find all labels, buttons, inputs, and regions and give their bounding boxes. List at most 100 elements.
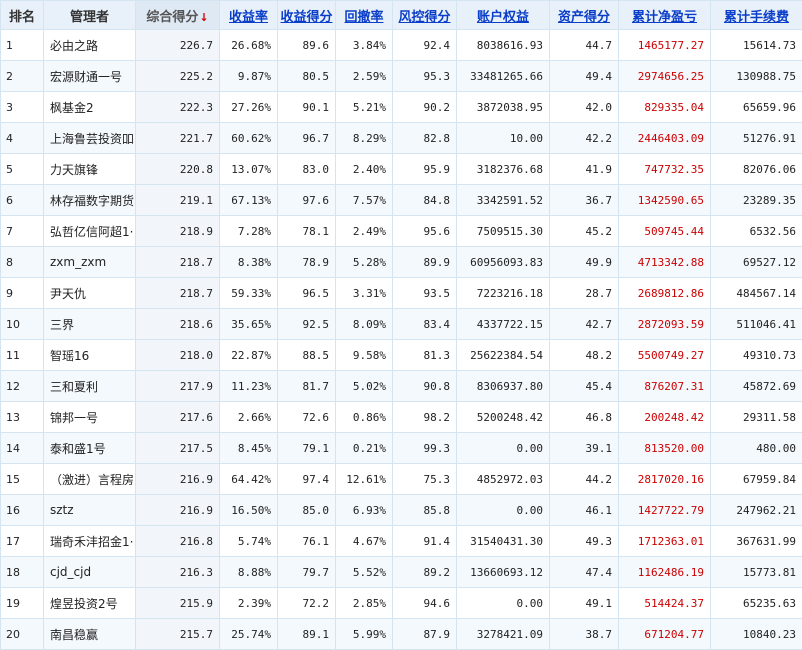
cell-fees: 65659.96 (711, 92, 802, 123)
col-drawdown-header[interactable]: 回撤率 (336, 1, 393, 30)
table-row: 16sztz216.916.50%85.06.93%85.80.0046.114… (1, 495, 802, 526)
cell-equity: 0.00 (457, 588, 550, 619)
table-row: 8zxm_zxm218.78.38%78.95.28%89.960956093.… (1, 247, 802, 278)
cell-return-score: 80.5 (278, 61, 336, 92)
cell-equity: 3342591.52 (457, 185, 550, 216)
cell-return-score: 96.5 (278, 278, 336, 309)
table-row: 1必由之路226.726.68%89.63.84%92.48038616.934… (1, 30, 802, 61)
cell-rank: 1 (1, 30, 44, 61)
cell-return-score: 72.6 (278, 402, 336, 433)
cell-fees: 45872.69 (711, 371, 802, 402)
cell-rank: 13 (1, 402, 44, 433)
cell-fees: 49310.73 (711, 340, 802, 371)
cell-rank: 19 (1, 588, 44, 619)
cell-return-score: 96.7 (278, 123, 336, 154)
cell-risk-score: 99.3 (393, 433, 457, 464)
col-equity-header[interactable]: 账户权益 (457, 1, 550, 30)
cell-rank: 17 (1, 526, 44, 557)
cell-fees: 130988.75 (711, 61, 802, 92)
cell-manager: 弘哲亿信阿超1· (44, 216, 136, 247)
cell-fees: 511046.41 (711, 309, 802, 340)
cell-equity: 8038616.93 (457, 30, 550, 61)
cell-manager: zxm_zxm (44, 247, 136, 278)
cell-risk-score: 82.8 (393, 123, 457, 154)
cell-rank: 3 (1, 92, 44, 123)
cell-equity: 25622384.54 (457, 340, 550, 371)
cell-composite: 220.8 (136, 154, 220, 185)
cell-fees: 51276.91 (711, 123, 802, 154)
cell-asset-score: 45.2 (550, 216, 619, 247)
cell-equity: 3872038.95 (457, 92, 550, 123)
cell-rank: 9 (1, 278, 44, 309)
cell-return-score: 78.1 (278, 216, 336, 247)
cell-net-pnl: 514424.37 (619, 588, 711, 619)
cell-risk-score: 95.3 (393, 61, 457, 92)
cell-drawdown: 5.21% (336, 92, 393, 123)
col-composite-label[interactable]: 综合得分 (146, 10, 198, 25)
cell-return-rate: 2.66% (220, 402, 278, 433)
cell-return-score: 83.0 (278, 154, 336, 185)
cell-drawdown: 8.09% (336, 309, 393, 340)
cell-risk-score: 84.8 (393, 185, 457, 216)
cell-equity: 0.00 (457, 433, 550, 464)
cell-drawdown: 2.85% (336, 588, 393, 619)
cell-net-pnl: 5500749.27 (619, 340, 711, 371)
cell-composite: 218.7 (136, 278, 220, 309)
cell-risk-score: 89.9 (393, 247, 457, 278)
cell-asset-score: 46.1 (550, 495, 619, 526)
cell-manager: 尹天仇 (44, 278, 136, 309)
cell-drawdown: 7.57% (336, 185, 393, 216)
cell-net-pnl: 509745.44 (619, 216, 711, 247)
col-return-rate-header[interactable]: 收益率 (220, 1, 278, 30)
cell-composite: 217.6 (136, 402, 220, 433)
cell-manager: 泰和盛1号 (44, 433, 136, 464)
cell-net-pnl: 2817020.16 (619, 464, 711, 495)
cell-equity: 8306937.80 (457, 371, 550, 402)
cell-return-rate: 22.87% (220, 340, 278, 371)
cell-rank: 6 (1, 185, 44, 216)
cell-composite: 216.3 (136, 557, 220, 588)
cell-return-rate: 9.87% (220, 61, 278, 92)
cell-drawdown: 3.31% (336, 278, 393, 309)
table-body: 1必由之路226.726.68%89.63.84%92.48038616.934… (1, 30, 802, 650)
cell-return-score: 76.1 (278, 526, 336, 557)
cell-risk-score: 91.4 (393, 526, 457, 557)
cell-fees: 15773.81 (711, 557, 802, 588)
cell-composite: 216.9 (136, 495, 220, 526)
cell-rank: 10 (1, 309, 44, 340)
cell-asset-score: 36.7 (550, 185, 619, 216)
cell-equity: 4852972.03 (457, 464, 550, 495)
cell-asset-score: 49.9 (550, 247, 619, 278)
cell-asset-score: 44.7 (550, 30, 619, 61)
cell-equity: 7223216.18 (457, 278, 550, 309)
cell-return-score: 78.9 (278, 247, 336, 278)
cell-return-rate: 67.13% (220, 185, 278, 216)
cell-composite: 225.2 (136, 61, 220, 92)
cell-rank: 18 (1, 557, 44, 588)
col-fees-header[interactable]: 累计手续费 (711, 1, 802, 30)
table-row: 9尹天仇218.759.33%96.53.31%93.57223216.1828… (1, 278, 802, 309)
col-composite-header[interactable]: 综合得分↓ (136, 1, 220, 30)
cell-net-pnl: 1465177.27 (619, 30, 711, 61)
col-risk-score-header[interactable]: 风控得分 (393, 1, 457, 30)
cell-asset-score: 46.8 (550, 402, 619, 433)
cell-risk-score: 98.2 (393, 402, 457, 433)
cell-net-pnl: 1162486.19 (619, 557, 711, 588)
cell-composite: 216.9 (136, 464, 220, 495)
cell-net-pnl: 813520.00 (619, 433, 711, 464)
cell-net-pnl: 2872093.59 (619, 309, 711, 340)
cell-risk-score: 81.3 (393, 340, 457, 371)
col-asset-score-header[interactable]: 资产得分 (550, 1, 619, 30)
cell-asset-score: 44.2 (550, 464, 619, 495)
cell-composite: 216.8 (136, 526, 220, 557)
cell-drawdown: 4.67% (336, 526, 393, 557)
cell-fees: 82076.06 (711, 154, 802, 185)
cell-asset-score: 47.4 (550, 557, 619, 588)
cell-fees: 65235.63 (711, 588, 802, 619)
col-net-pnl-header[interactable]: 累计净盈亏 (619, 1, 711, 30)
cell-equity: 13660693.12 (457, 557, 550, 588)
cell-net-pnl: 876207.31 (619, 371, 711, 402)
cell-return-rate: 27.26% (220, 92, 278, 123)
cell-fees: 484567.14 (711, 278, 802, 309)
col-return-score-header[interactable]: 收益得分 (278, 1, 336, 30)
